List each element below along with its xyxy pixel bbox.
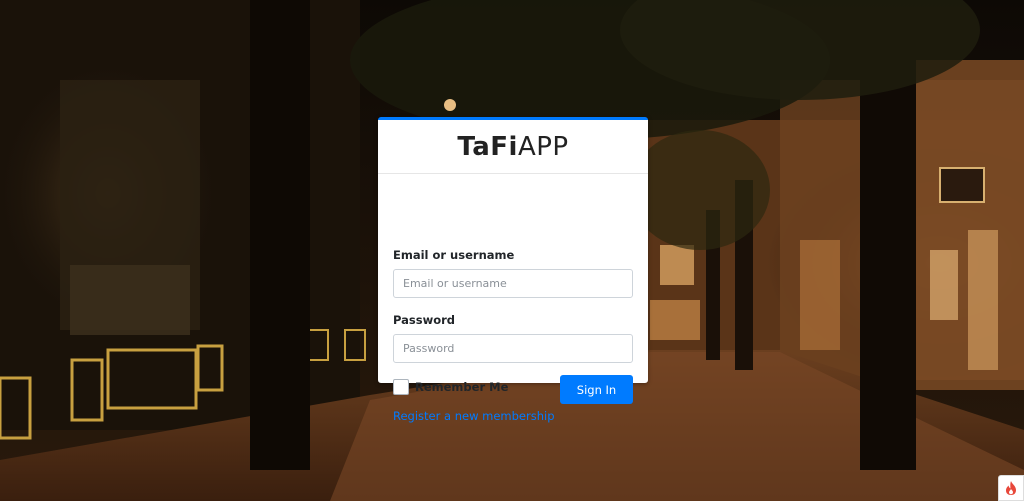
sign-in-button[interactable]: Sign In xyxy=(560,375,633,404)
email-input[interactable] xyxy=(393,269,633,298)
brand-logo[interactable]: TaFiAPP xyxy=(457,132,568,162)
login-card: TaFiAPP Email or username Password Remem… xyxy=(378,117,648,423)
remember-me: Remember Me xyxy=(393,379,508,395)
register-link[interactable]: Register a new membership xyxy=(393,409,555,423)
brand-bold: TaFi xyxy=(457,131,518,162)
remember-me-label[interactable]: Remember Me xyxy=(415,380,508,394)
brand-light: APP xyxy=(517,131,569,162)
remember-me-checkbox[interactable] xyxy=(393,379,409,395)
flame-icon[interactable] xyxy=(998,475,1024,501)
password-input[interactable] xyxy=(393,334,633,363)
email-label: Email or username xyxy=(393,248,515,262)
password-label: Password xyxy=(393,313,455,327)
login-card-header: TaFiAPP xyxy=(378,120,648,174)
